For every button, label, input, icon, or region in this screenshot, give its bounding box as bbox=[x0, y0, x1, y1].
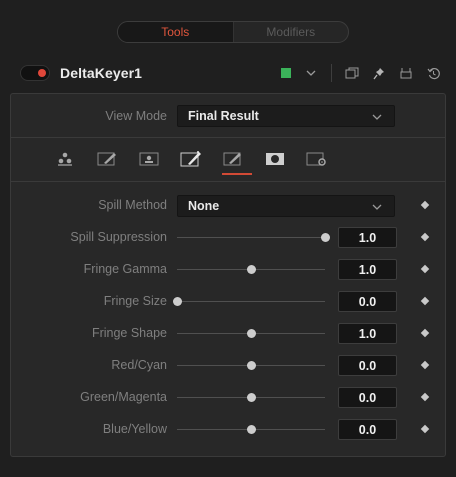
slider-value-field[interactable]: 1.0 bbox=[338, 259, 397, 280]
spill-method-row: Spill Method None bbox=[11, 190, 445, 222]
key-icon[interactable] bbox=[53, 149, 77, 169]
slider-value-field[interactable]: 0.0 bbox=[338, 355, 397, 376]
slider-row: Blue/Yellow 0.0 bbox=[11, 414, 445, 446]
keyframe-button[interactable] bbox=[420, 328, 430, 338]
tab-tools[interactable]: Tools bbox=[118, 22, 234, 42]
keyframe-button[interactable] bbox=[420, 232, 430, 242]
view-mode-row: View Mode Final Result bbox=[11, 94, 445, 138]
keyframe-button[interactable] bbox=[420, 360, 430, 370]
keyframe-button[interactable] bbox=[420, 200, 430, 210]
slider-track[interactable] bbox=[177, 425, 325, 434]
keyframe-button[interactable] bbox=[420, 264, 430, 274]
slider-row: Green/Magenta 0.0 bbox=[11, 382, 445, 414]
slider-value-field[interactable]: 0.0 bbox=[338, 291, 397, 312]
slider-value-field[interactable]: 1.0 bbox=[338, 323, 397, 344]
slider-track[interactable] bbox=[177, 361, 325, 370]
view-mode-value: Final Result bbox=[188, 109, 259, 123]
node-name: DeltaKeyer1 bbox=[60, 65, 143, 81]
slider-label: Fringe Gamma bbox=[83, 262, 167, 276]
node-header: DeltaKeyer1 bbox=[10, 56, 446, 90]
slider-track[interactable] bbox=[177, 329, 325, 338]
toggle-dot bbox=[38, 69, 46, 77]
spill-method-label: Spill Method bbox=[98, 198, 167, 212]
view-mode-dropdown[interactable]: Final Result bbox=[177, 105, 395, 127]
slider-label: Red/Cyan bbox=[111, 358, 167, 372]
chevron-down-icon[interactable] bbox=[304, 66, 318, 80]
pin-icon[interactable] bbox=[372, 66, 386, 80]
slider-knob[interactable] bbox=[247, 265, 256, 274]
spill-method-dropdown[interactable]: None bbox=[177, 195, 395, 217]
keyframe-button[interactable] bbox=[420, 296, 430, 306]
spill-method-value: None bbox=[188, 199, 220, 213]
slider-knob[interactable] bbox=[247, 329, 256, 338]
slider-row: Fringe Shape 1.0 bbox=[11, 318, 445, 350]
tab-modifiers[interactable]: Modifiers bbox=[234, 22, 349, 42]
tuning-icon[interactable] bbox=[221, 149, 245, 169]
slider-knob[interactable] bbox=[247, 393, 256, 402]
slider-label: Spill Suppression bbox=[70, 230, 167, 244]
slider-row: Spill Suppression 1.0 bbox=[11, 222, 445, 254]
slider-track[interactable] bbox=[177, 265, 325, 274]
slider-knob[interactable] bbox=[321, 233, 330, 242]
fringe-icon[interactable] bbox=[179, 149, 203, 169]
slider-knob[interactable] bbox=[247, 425, 256, 434]
slider-knob[interactable] bbox=[173, 297, 182, 306]
reset-icon[interactable] bbox=[426, 66, 440, 80]
version-icon[interactable] bbox=[345, 66, 359, 80]
slider-value-field[interactable]: 0.0 bbox=[338, 387, 397, 408]
node-enable-toggle[interactable] bbox=[20, 65, 50, 81]
mode-icon-bar bbox=[11, 138, 445, 182]
inspector-panel: View Mode Final Result Spill Method None… bbox=[10, 93, 446, 457]
slider-knob[interactable] bbox=[247, 361, 256, 370]
settings-icon[interactable] bbox=[305, 149, 329, 169]
chevron-down-icon bbox=[372, 199, 382, 213]
slider-label: Blue/Yellow bbox=[102, 422, 167, 436]
tool-tabs: Tools Modifiers bbox=[117, 21, 349, 43]
slider-track[interactable] bbox=[177, 233, 330, 242]
slider-label: Fringe Shape bbox=[91, 326, 167, 340]
slider-label: Fringe Size bbox=[103, 294, 167, 308]
slider-value-field[interactable]: 0.0 bbox=[338, 419, 397, 440]
view-mode-label: View Mode bbox=[105, 109, 167, 123]
slider-row: Fringe Gamma 1.0 bbox=[11, 254, 445, 286]
lock-icon[interactable] bbox=[399, 66, 413, 80]
pre-matte-icon[interactable] bbox=[95, 149, 119, 169]
node-color-swatch[interactable] bbox=[281, 68, 291, 78]
keyframe-button[interactable] bbox=[420, 392, 430, 402]
matte-icon[interactable] bbox=[137, 149, 161, 169]
mask-icon[interactable] bbox=[263, 149, 287, 169]
header-divider bbox=[331, 64, 332, 82]
slider-row: Fringe Size 0.0 bbox=[11, 286, 445, 318]
keyframe-button[interactable] bbox=[420, 424, 430, 434]
slider-label: Green/Magenta bbox=[80, 390, 167, 404]
chevron-down-icon bbox=[372, 109, 382, 123]
active-mode-indicator bbox=[222, 173, 252, 175]
slider-track[interactable] bbox=[177, 393, 325, 402]
slider-track[interactable] bbox=[173, 297, 325, 306]
slider-value-field[interactable]: 1.0 bbox=[338, 227, 397, 248]
slider-row: Red/Cyan 0.0 bbox=[11, 350, 445, 382]
